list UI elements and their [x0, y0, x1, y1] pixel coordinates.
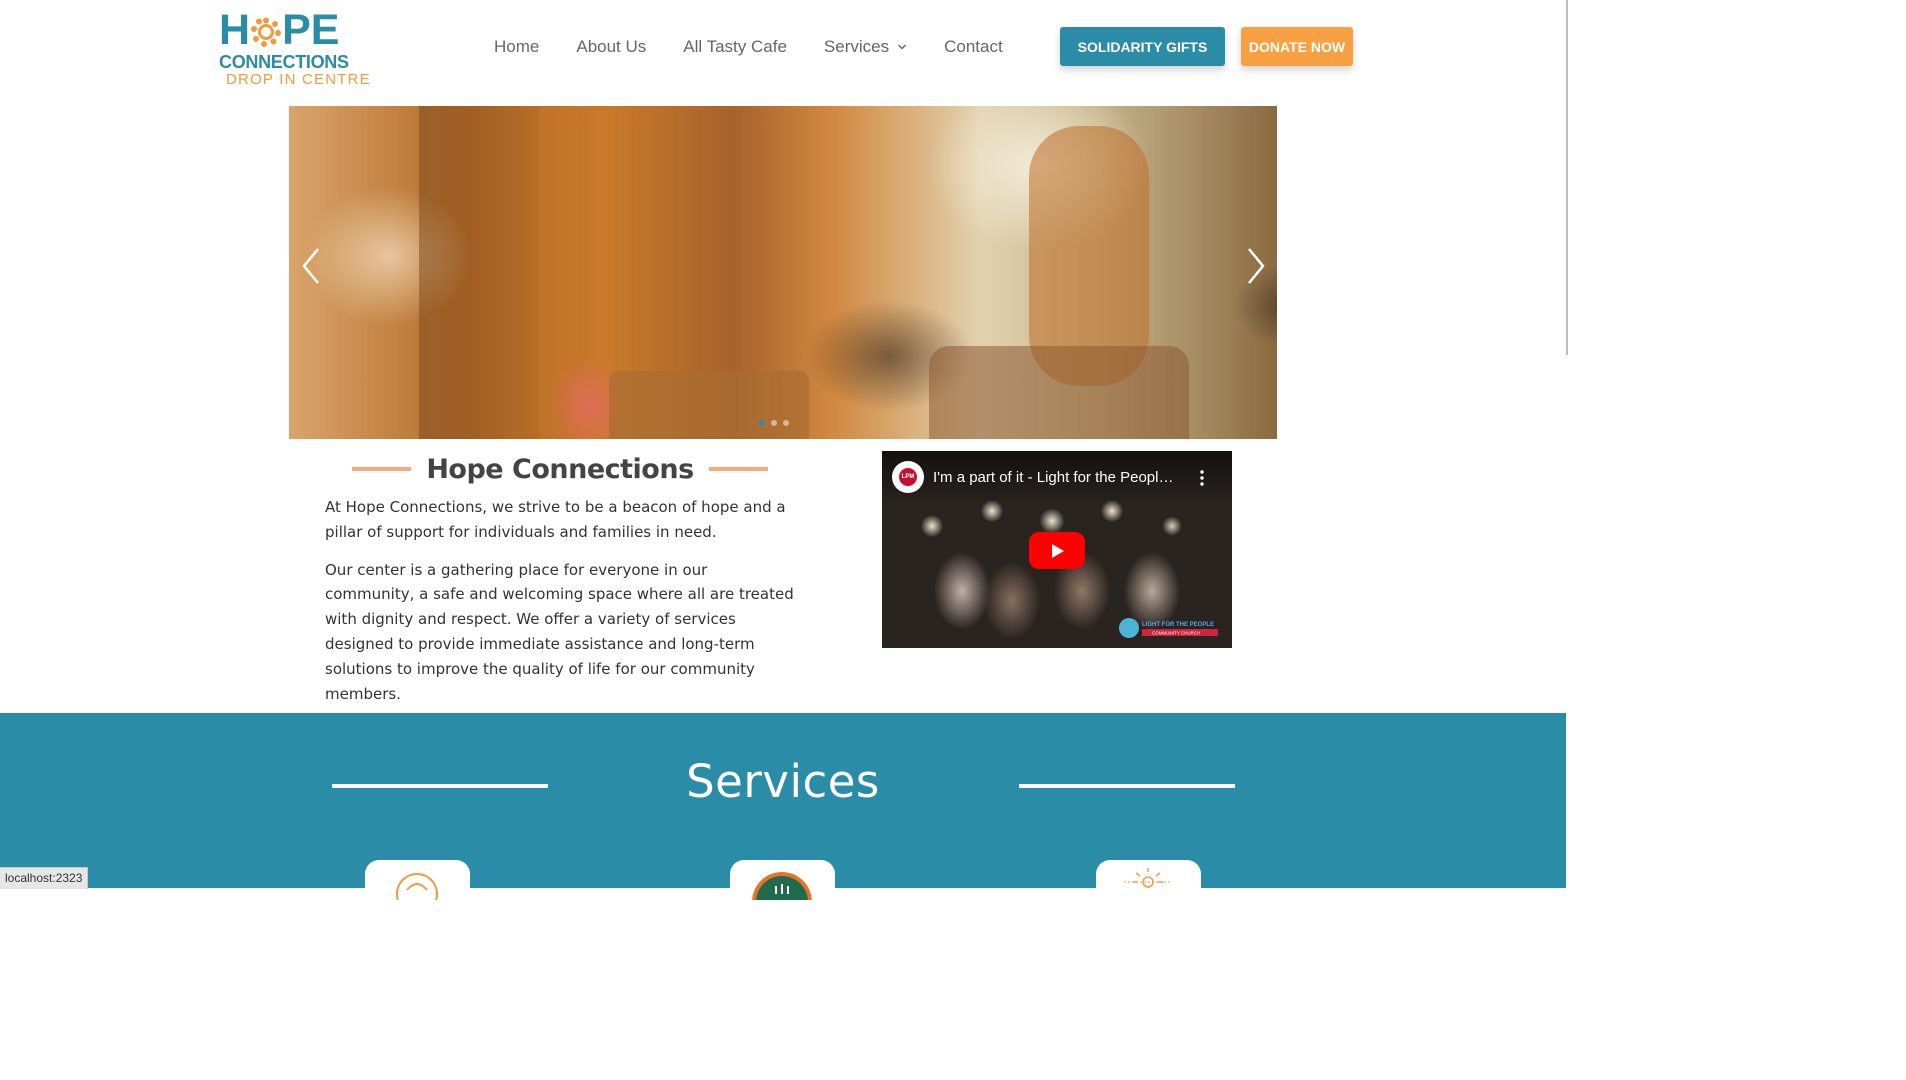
watermark-line1: LIGHT FOR THE PEOPLE: [1142, 622, 1214, 628]
heading-divider: [1019, 784, 1235, 788]
services-heading: Services: [686, 755, 880, 808]
nav-services-label: Services: [823, 37, 890, 56]
logo-people-ring-icon: [251, 17, 282, 47]
video-title[interactable]: I'm a part of it - Light for the People …: [933, 469, 1181, 486]
nav-home-label: Home: [494, 37, 540, 56]
page-scrollbar[interactable]: [1566, 0, 1568, 355]
intro-heading-block: Hope Connections: [352, 452, 768, 486]
nav-cafe-label: All Tasty Cafe: [683, 37, 787, 56]
service-card[interactable]: [1096, 860, 1201, 900]
slider-dot[interactable]: [771, 420, 777, 426]
nav-about-label: About Us: [576, 37, 647, 56]
intro-heading: Hope Connections: [426, 453, 694, 485]
hero-slider[interactable]: [289, 106, 1277, 439]
hero-image-detail: [929, 346, 1189, 439]
intro-paragraph-2: Our center is a gathering place for ever…: [325, 560, 794, 703]
status-url: localhost:2323: [0, 867, 89, 889]
logo-tagline: DROP IN CENTRE: [226, 71, 371, 88]
nav-home[interactable]: Home: [494, 37, 539, 57]
chevron-right-icon[interactable]: [1244, 246, 1268, 286]
intro-paragraph-1: At Hope Connections, we strive to be a b…: [325, 498, 786, 541]
chevron-down-icon: [898, 44, 907, 50]
solidarity-gifts-button[interactable]: SOLIDARITY GIFTS: [1060, 27, 1225, 66]
nav-contact[interactable]: Contact: [944, 37, 1003, 57]
service-card[interactable]: [365, 860, 470, 900]
play-icon: [1052, 543, 1064, 558]
heading-divider: [332, 784, 548, 788]
play-button[interactable]: [1029, 532, 1085, 569]
nav-all-tasty-cafe[interactable]: All Tasty Cafe: [683, 37, 787, 57]
site-logo[interactable]: H PE CONNECTIONS DROP IN CENTRE: [219, 6, 370, 90]
logo-wordmark: H PE: [219, 6, 340, 54]
lightbulb-icon: [1124, 868, 1172, 888]
chevron-left-icon[interactable]: [299, 246, 323, 286]
hero-image-detail: [419, 106, 539, 439]
video-watermark: LIGHT FOR THE PEOPLE COMMUNITY CHURCH: [1119, 618, 1218, 638]
nav-services[interactable]: Services: [824, 37, 907, 57]
heading-divider: [352, 467, 412, 471]
service-food-icon: [396, 873, 438, 900]
logo-connections: CONNECTIONS: [219, 52, 349, 72]
service-community-icon: [752, 872, 812, 900]
services-section: Services: [0, 713, 1566, 900]
watermark-line2: COMMUNITY CHURCH: [1152, 631, 1200, 636]
slider-dot[interactable]: [759, 420, 765, 426]
service-card[interactable]: [730, 860, 835, 900]
slider-dot[interactable]: [783, 420, 789, 426]
nav-about-us[interactable]: About Us: [576, 37, 646, 57]
main-nav: Home About Us All Tasty Cafe Services Co…: [494, 36, 1040, 58]
heading-divider: [708, 467, 768, 471]
donate-now-button[interactable]: DONATE NOW: [1241, 27, 1353, 66]
hero-image-detail: [609, 371, 809, 439]
youtube-video-embed[interactable]: LPM I'm a part of it - Light for the Peo…: [882, 451, 1232, 648]
channel-avatar[interactable]: LPM: [892, 461, 924, 493]
more-vert-icon[interactable]: [1200, 470, 1204, 486]
nav-contact-label: Contact: [944, 37, 1003, 56]
intro-text: At Hope Connections, we strive to be a b…: [325, 495, 795, 719]
channel-logo: LPM: [899, 468, 917, 486]
slider-pagination: [759, 420, 795, 426]
